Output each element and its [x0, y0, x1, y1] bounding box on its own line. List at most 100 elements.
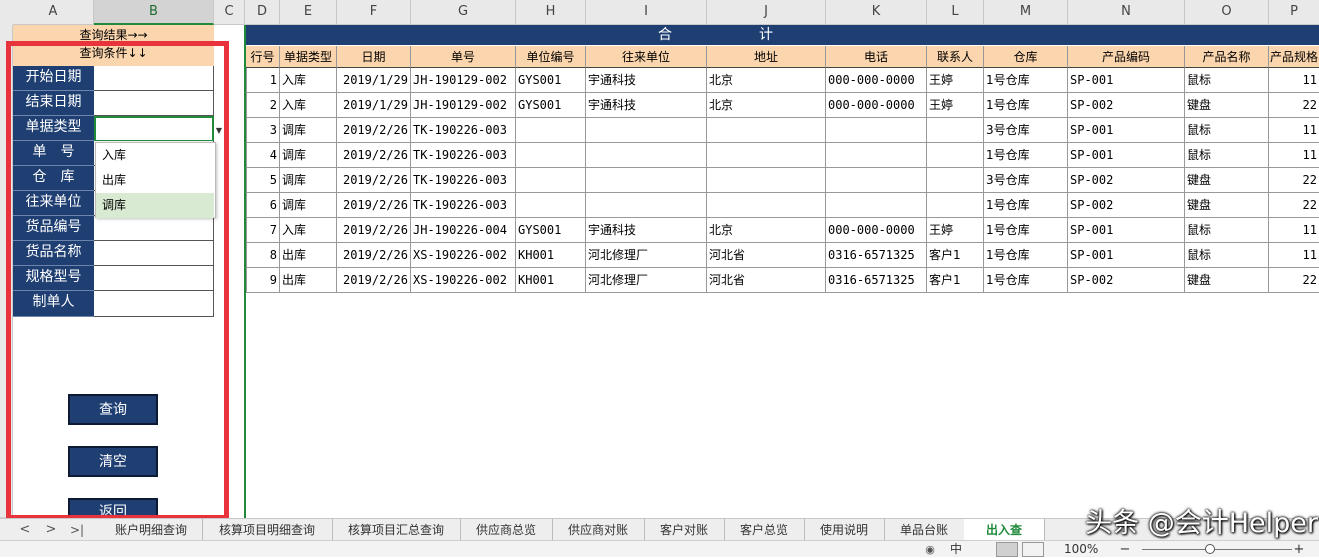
- cell-product-name[interactable]: 键盘: [1185, 193, 1269, 218]
- cell-doc-type[interactable]: 调库: [280, 168, 337, 193]
- cell-product-spec[interactable]: 22: [1269, 268, 1319, 293]
- cell-product-spec[interactable]: 11: [1269, 143, 1319, 168]
- normal-view-icon[interactable]: [996, 542, 1018, 557]
- cell-product-name[interactable]: 鼠标: [1185, 143, 1269, 168]
- cell-phone[interactable]: 000-000-0000: [826, 218, 927, 243]
- cell-unit-code[interactable]: [516, 143, 586, 168]
- cell-address[interactable]: 河北省: [707, 268, 826, 293]
- cell-unit-code[interactable]: GYS001: [516, 93, 586, 118]
- cell-warehouse[interactable]: 1号仓库: [984, 218, 1068, 243]
- input-mode-indicator[interactable]: 中: [946, 541, 966, 558]
- cell-product-name[interactable]: 鼠标: [1185, 243, 1269, 268]
- cell-unit-code[interactable]: [516, 193, 586, 218]
- column-header-M[interactable]: M: [984, 0, 1068, 25]
- cell-product-code[interactable]: SP-002: [1068, 93, 1185, 118]
- tab-item-ledger[interactable]: 单品台账: [884, 519, 965, 540]
- column-header-H[interactable]: H: [516, 0, 586, 25]
- cell-date[interactable]: 2019/2/26: [337, 243, 411, 268]
- cell-partner[interactable]: 河北修理厂: [586, 243, 707, 268]
- cell-doc-no[interactable]: XS-190226-002: [411, 268, 516, 293]
- cell-product-name[interactable]: 键盘: [1185, 268, 1269, 293]
- page-view-icon[interactable]: [1022, 542, 1044, 557]
- cell-doc-type[interactable]: 入库: [280, 218, 337, 243]
- cell-phone[interactable]: 000-000-0000: [826, 68, 927, 93]
- cell-product-code[interactable]: SP-001: [1068, 68, 1185, 93]
- cell-unit-code[interactable]: [516, 118, 586, 143]
- cell-address[interactable]: 北京: [707, 93, 826, 118]
- column-header-O[interactable]: O: [1185, 0, 1269, 25]
- column-header-C[interactable]: C: [214, 0, 245, 25]
- tab-accounting-item-summary[interactable]: 核算项目汇总查询: [332, 519, 461, 540]
- column-header-N[interactable]: N: [1068, 0, 1185, 25]
- cell-address[interactable]: 北京: [707, 68, 826, 93]
- cell-address[interactable]: [707, 143, 826, 168]
- cell-row-no[interactable]: 8: [246, 243, 280, 268]
- column-header-K[interactable]: K: [826, 0, 927, 25]
- cell-doc-no[interactable]: JH-190226-004: [411, 218, 516, 243]
- cell-product-spec[interactable]: 22: [1269, 193, 1319, 218]
- cell-address[interactable]: 河北省: [707, 243, 826, 268]
- cell-phone[interactable]: 0316-6571325: [826, 243, 927, 268]
- cell-contact[interactable]: [927, 168, 984, 193]
- cell-phone[interactable]: 000-000-0000: [826, 93, 927, 118]
- cell-date[interactable]: 2019/2/26: [337, 218, 411, 243]
- cell-product-spec[interactable]: 11: [1269, 218, 1319, 243]
- cell-unit-code[interactable]: KH001: [516, 268, 586, 293]
- cell-product-name[interactable]: 鼠标: [1185, 118, 1269, 143]
- tab-supplier-reconcile[interactable]: 供应商对账: [552, 519, 645, 540]
- cell-date[interactable]: 2019/1/29: [337, 93, 411, 118]
- cell-contact[interactable]: [927, 193, 984, 218]
- cell-row-no[interactable]: 1: [246, 68, 280, 93]
- cell-contact[interactable]: [927, 143, 984, 168]
- cell-product-name[interactable]: 鼠标: [1185, 218, 1269, 243]
- column-header-J[interactable]: J: [707, 0, 826, 25]
- tab-instructions[interactable]: 使用说明: [804, 519, 885, 540]
- cell-row-no[interactable]: 9: [246, 268, 280, 293]
- cell-product-code[interactable]: SP-002: [1068, 268, 1185, 293]
- cell-product-spec[interactable]: 11: [1269, 118, 1319, 143]
- cell-address[interactable]: [707, 193, 826, 218]
- cell-warehouse[interactable]: 1号仓库: [984, 243, 1068, 268]
- tab-account-detail[interactable]: 账户明细查询: [100, 519, 203, 540]
- cell-address[interactable]: [707, 118, 826, 143]
- zoom-out-icon[interactable]: −: [1118, 541, 1132, 558]
- cell-contact[interactable]: 客户1: [927, 268, 984, 293]
- cell-row-no[interactable]: 2: [246, 93, 280, 118]
- cell-warehouse[interactable]: 3号仓库: [984, 118, 1068, 143]
- cell-warehouse[interactable]: 1号仓库: [984, 193, 1068, 218]
- cell-doc-no[interactable]: TK-190226-003: [411, 143, 516, 168]
- cell-unit-code[interactable]: KH001: [516, 243, 586, 268]
- cell-doc-type[interactable]: 入库: [280, 93, 337, 118]
- tab-customer-overview[interactable]: 客户总览: [724, 519, 805, 540]
- cell-unit-code[interactable]: GYS001: [516, 68, 586, 93]
- cell-warehouse[interactable]: 1号仓库: [984, 93, 1068, 118]
- cell-product-spec[interactable]: 22: [1269, 93, 1319, 118]
- cell-date[interactable]: 2019/2/26: [337, 268, 411, 293]
- zoom-level[interactable]: 100%: [1064, 541, 1104, 558]
- cell-date[interactable]: 2019/2/26: [337, 193, 411, 218]
- cell-row-no[interactable]: 3: [246, 118, 280, 143]
- cell-partner[interactable]: 宇通科技: [586, 218, 707, 243]
- cell-warehouse[interactable]: 1号仓库: [984, 68, 1068, 93]
- cell-product-code[interactable]: SP-001: [1068, 118, 1185, 143]
- tab-supplier-overview[interactable]: 供应商总览: [460, 519, 553, 540]
- cell-date[interactable]: 2019/1/29: [337, 68, 411, 93]
- cell-phone[interactable]: [826, 118, 927, 143]
- column-header-L[interactable]: L: [927, 0, 984, 25]
- cell-doc-type[interactable]: 调库: [280, 193, 337, 218]
- cell-doc-type[interactable]: 调库: [280, 118, 337, 143]
- cell-doc-type[interactable]: 调库: [280, 143, 337, 168]
- cell-date[interactable]: 2019/2/26: [337, 118, 411, 143]
- cell-partner[interactable]: [586, 143, 707, 168]
- cell-product-name[interactable]: 鼠标: [1185, 68, 1269, 93]
- cell-product-spec[interactable]: 11: [1269, 243, 1319, 268]
- cell-contact[interactable]: 王婷: [927, 218, 984, 243]
- cell-partner[interactable]: 河北修理厂: [586, 268, 707, 293]
- cell-partner[interactable]: 宇通科技: [586, 68, 707, 93]
- cell-contact[interactable]: [927, 118, 984, 143]
- tab-nav-last-icon[interactable]: >|: [68, 519, 86, 540]
- column-header-I[interactable]: I: [586, 0, 707, 25]
- cell-address[interactable]: [707, 168, 826, 193]
- cell-date[interactable]: 2019/2/26: [337, 143, 411, 168]
- cell-row-no[interactable]: 7: [246, 218, 280, 243]
